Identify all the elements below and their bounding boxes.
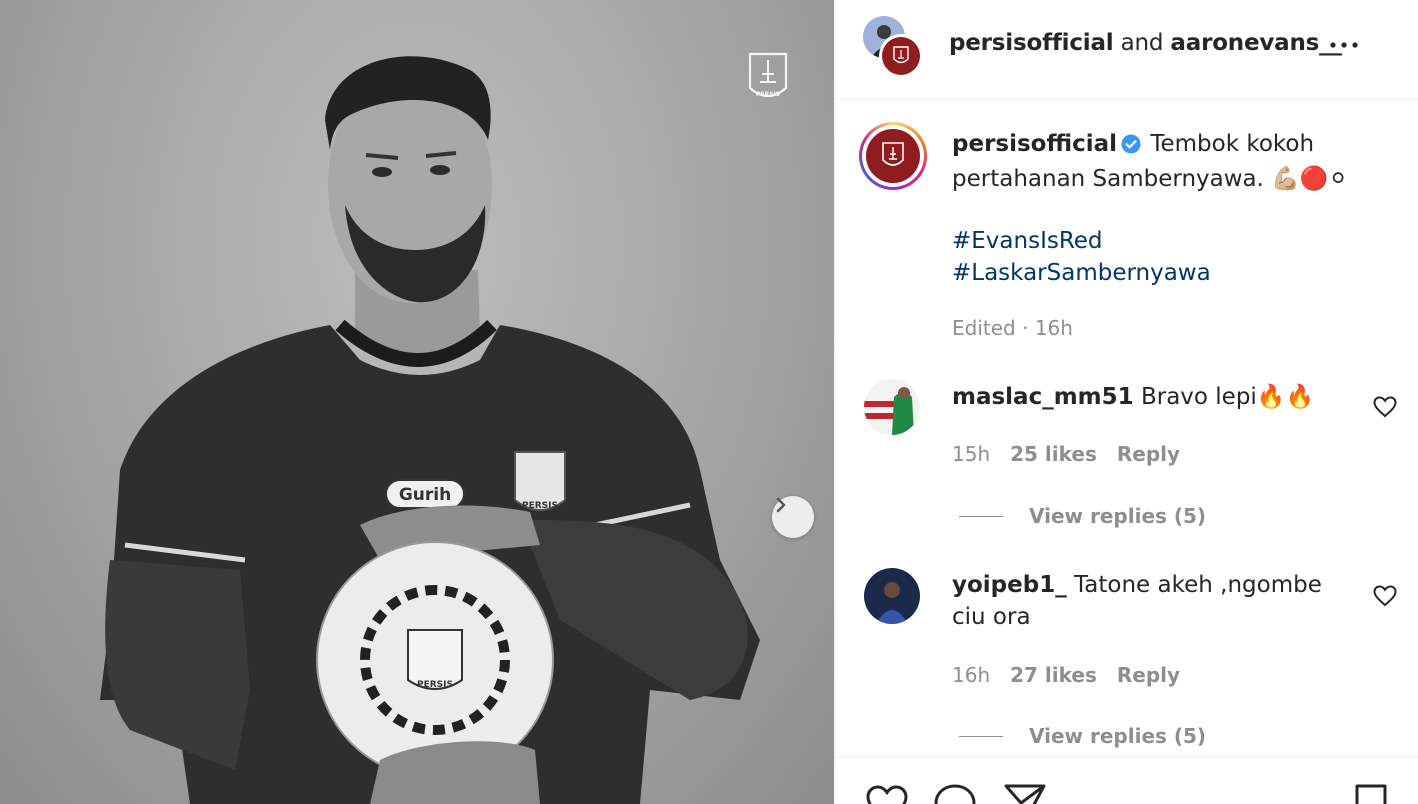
like-comment-1-heart-icon[interactable] [1373, 396, 1397, 418]
caption-username[interactable]: persisofficial [952, 131, 1117, 157]
comment-1-reply-button[interactable]: Reply [1117, 442, 1180, 466]
caption-meta: Edited · 16h [952, 312, 1392, 344]
post-header: persisofficial and aaronevans__ [835, 0, 1418, 100]
post-caption: persisofficial Tembok kokoh pertahanan S… [952, 128, 1392, 344]
hashtag-evansisred[interactable]: #EvansIsRed [952, 225, 1392, 257]
comment-1-username[interactable]: maslac_mm51 [952, 384, 1134, 410]
comment-2-username[interactable]: yoipeb1_ [952, 572, 1067, 598]
crest-label: PERSIS [756, 91, 780, 98]
edited-label: Edited [952, 316, 1016, 340]
comment-1-meta: 15h 25 likes Reply [952, 442, 1180, 466]
author-joiner: and [1120, 30, 1164, 56]
view-replies-label: View replies (5) [1029, 724, 1207, 748]
post-authors: persisofficial and aaronevans__ [949, 30, 1342, 56]
chevron-right-icon [776, 497, 786, 513]
comment-2-view-replies[interactable]: View replies (5) [959, 724, 1206, 748]
comment-avatar-yoipeb[interactable] [864, 568, 920, 624]
comment-2-body: yoipeb1_ Tatone akeh ,ngombe ciu ora [952, 569, 1352, 633]
meta-separator: · [1022, 316, 1029, 340]
comment-avatar-maslac[interactable] [864, 379, 920, 435]
heart-icon[interactable] [865, 783, 909, 804]
comment-1-time: 15h [952, 442, 991, 466]
post-photo: PERSIS Gurih PERSIS PERSIS [0, 0, 834, 804]
author-link-persisofficial[interactable]: persisofficial [949, 30, 1114, 56]
caption-author-avatar[interactable] [859, 122, 927, 190]
svg-text:Gurih: Gurih [399, 485, 451, 505]
persis-crest-icon: PERSIS [748, 52, 788, 104]
like-comment-2-heart-icon[interactable] [1373, 585, 1397, 607]
comment-1-text: Bravo lepi🔥🔥 [1140, 384, 1315, 410]
svg-text:PERSIS: PERSIS [417, 680, 453, 690]
collab-avatars[interactable] [863, 16, 929, 78]
divider-line [959, 735, 1003, 737]
bookmark-icon[interactable] [1353, 783, 1389, 804]
avatar-persisofficial[interactable] [879, 34, 923, 78]
comment-icon[interactable] [933, 783, 977, 804]
divider-line [959, 515, 1003, 517]
verified-badge-icon [1121, 131, 1141, 163]
comment-2-reply-button[interactable]: Reply [1117, 663, 1180, 687]
comment-1-view-replies[interactable]: View replies (5) [959, 504, 1206, 528]
comment-1-body: maslac_mm51 Bravo lepi🔥🔥 [952, 381, 1352, 413]
next-photo-button[interactable] [772, 496, 814, 538]
comment-1-likes[interactable]: 25 likes [1010, 442, 1097, 466]
caption-time: 16h [1034, 316, 1073, 340]
hashtag-laskarsambernyawa[interactable]: #LaskarSambernyawa [952, 257, 1392, 289]
comment-2-time: 16h [952, 663, 991, 687]
share-icon[interactable] [1003, 783, 1047, 804]
post-action-bar [835, 756, 1418, 804]
svg-text:PERSIS: PERSIS [522, 501, 558, 511]
author-link-aaronevans[interactable]: aaronevans__ [1170, 30, 1342, 56]
more-horizontal-icon[interactable] [1329, 33, 1359, 57]
post-side-panel: persisofficial and aaronevans__ persisof… [834, 0, 1418, 804]
comment-2-likes[interactable]: 27 likes [1010, 663, 1097, 687]
view-replies-label: View replies (5) [1029, 504, 1207, 528]
player-portrait: PERSIS Gurih PERSIS [100, 56, 760, 804]
comment-2-meta: 16h 27 likes Reply [952, 663, 1180, 687]
